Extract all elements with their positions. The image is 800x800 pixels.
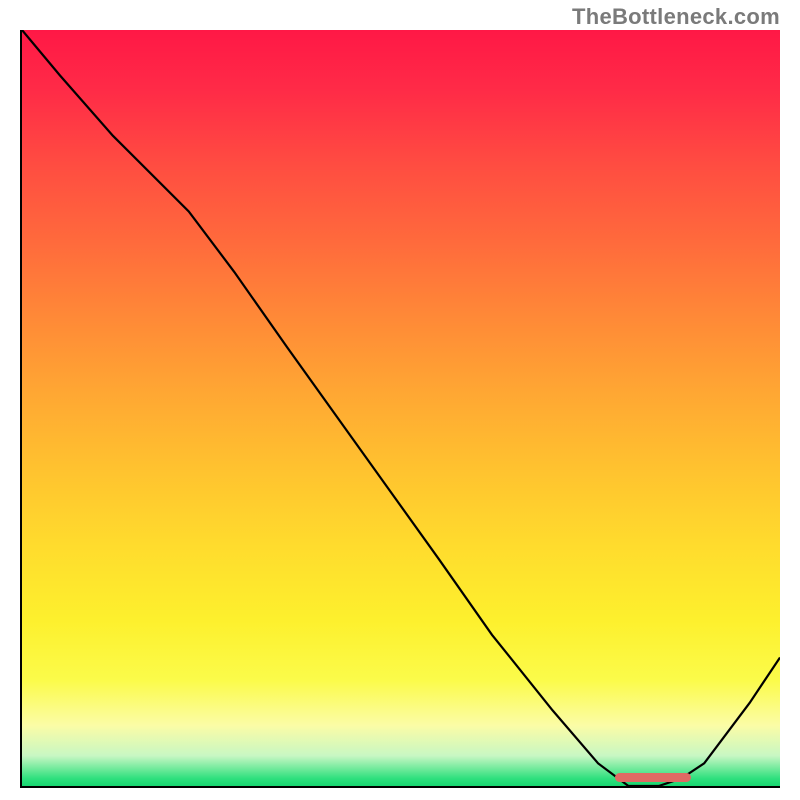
minimum-marker	[615, 773, 691, 782]
curve-path	[22, 30, 780, 786]
plot-area	[20, 30, 780, 788]
chart-line-svg	[22, 30, 780, 786]
watermark-text: TheBottleneck.com	[572, 4, 780, 30]
